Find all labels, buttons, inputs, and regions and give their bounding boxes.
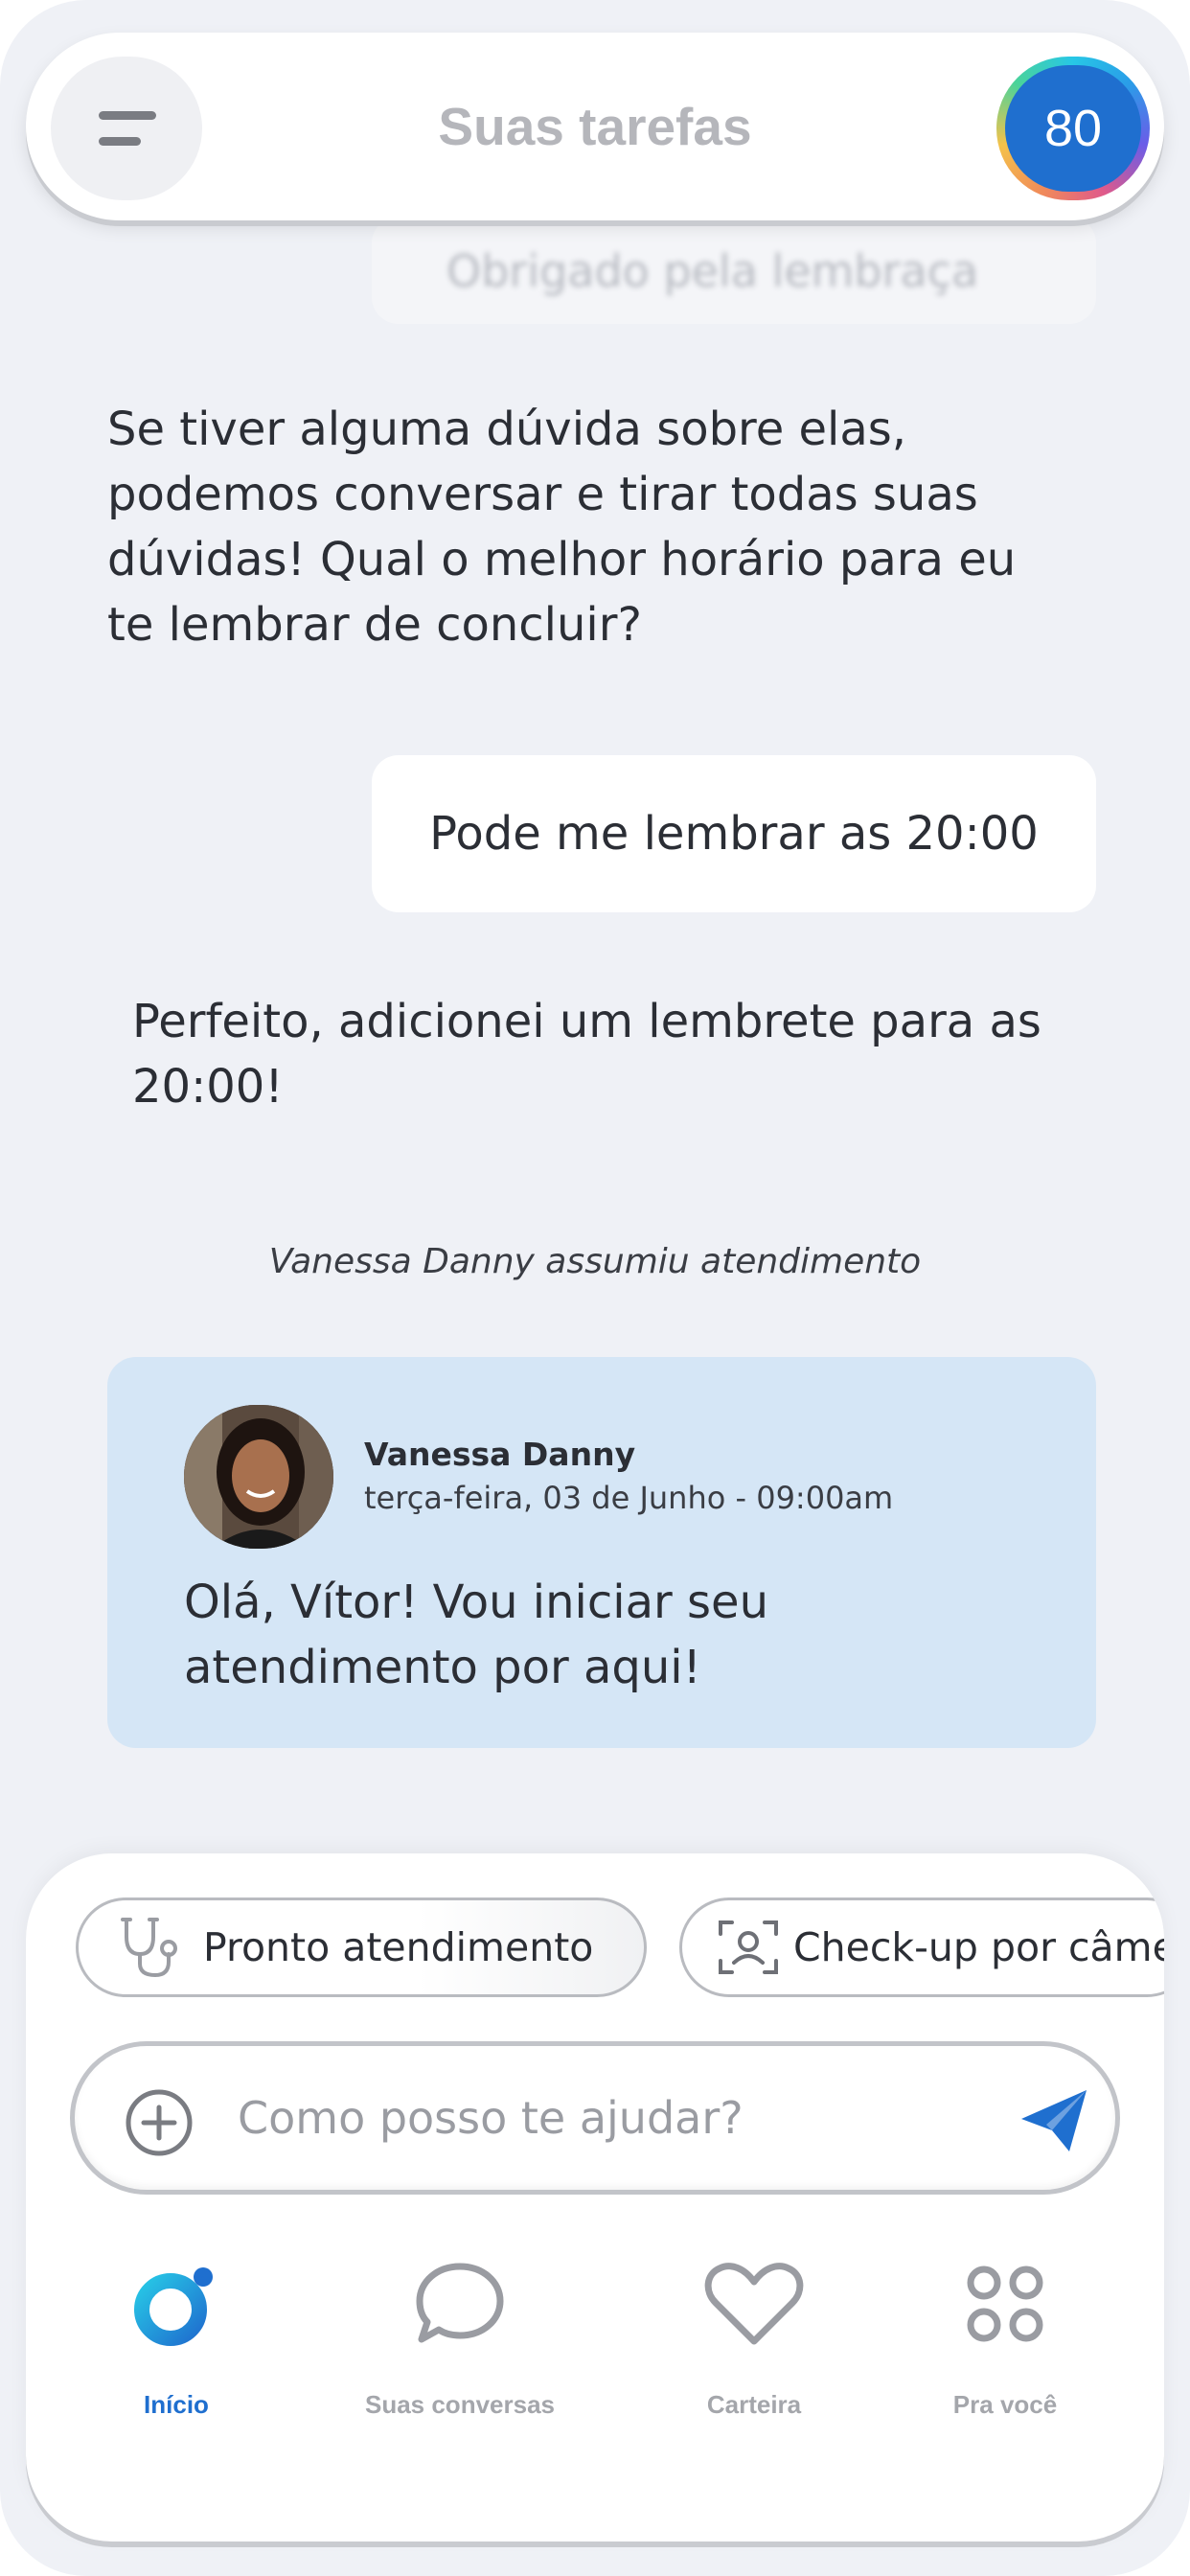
chat-bubble-icon [345,2256,575,2352]
stethoscope-icon [113,1914,190,1981]
bot-message: Se tiver alguma dúvida sobre elas, podem… [107,402,1017,652]
face-scan-icon [717,1914,780,1981]
nav-carteira[interactable]: Carteira [639,2256,869,2420]
nav-label: Suas conversas [364,2390,555,2419]
user-message: Pode me lembrar as 20:00 [372,755,1096,912]
previous-user-message: Obrigado pela lembraça [372,217,1096,324]
avatar [184,1405,333,1549]
nav-inicio[interactable]: Início [61,2256,291,2420]
nav-pra-voce[interactable]: Pra você [890,2256,1120,2420]
page-title: Suas tarefas [438,97,752,156]
agent-message-card: Vanessa Danny terça-feira, 03 de Junho -… [107,1357,1096,1748]
quick-action-pronto-atendimento[interactable]: Pronto atendimento [76,1898,647,1997]
nav-label: Carteira [706,2390,802,2419]
grid-icon [890,2256,1120,2352]
add-attachment-icon[interactable] [125,2088,194,2157]
score-value: 80 [1005,65,1141,192]
top-bar: Suas tarefas 80 [26,33,1164,220]
bottom-panel: Pronto atendimento Check-up por câmera [26,1853,1164,2542]
home-logo-icon [61,2256,291,2352]
bot-message: Perfeito, adicionei um lembrete para as … [132,995,1041,1114]
score-badge[interactable]: 80 [996,57,1150,200]
send-icon[interactable] [1018,2086,1090,2155]
quick-action-label: Pronto atendimento [203,1924,594,1970]
agent-name: Vanessa Danny [364,1436,636,1473]
nav-suas-conversas[interactable]: Suas conversas [345,2256,575,2420]
quick-action-check-up[interactable]: Check-up por câmera [679,1898,1164,1997]
heart-icon [639,2256,869,2352]
app-screen: Suas tarefas 80 Obrigado pela lembraça S… [0,0,1190,2576]
nav-label: Pra você [952,2390,1058,2419]
system-note: Vanessa Danny assumiu atendimento [268,1242,922,1281]
quick-action-label: Check-up por câmera [793,1924,1164,1970]
nav-label: Início [144,2390,209,2419]
previous-user-message-text: Obrigado pela lembraça [446,245,979,297]
message-composer [70,2041,1120,2195]
message-input[interactable] [238,2092,908,2144]
agent-timestamp: terça-feira, 03 de Junho - 09:00am [364,1480,894,1516]
agent-message-text: Olá, Vítor! Vou iniciar seu atendimento … [184,1576,768,1694]
